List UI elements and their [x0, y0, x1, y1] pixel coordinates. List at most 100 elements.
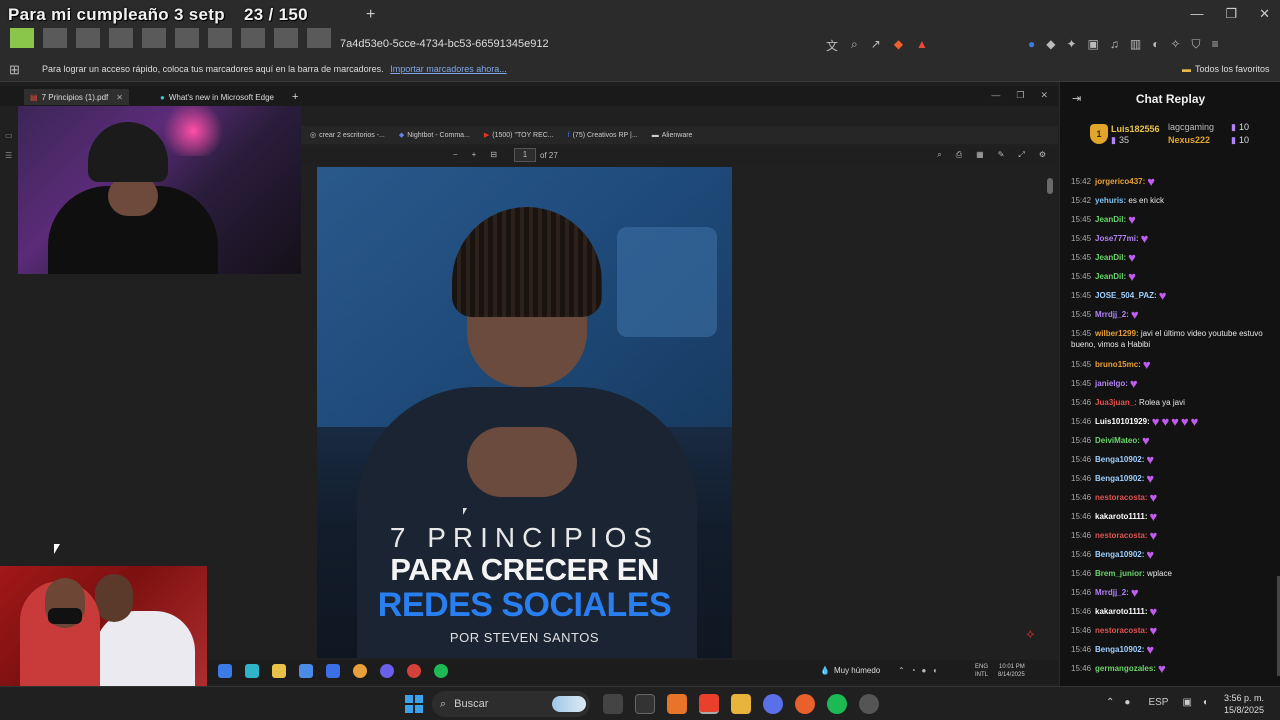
inner-maximize-button[interactable]: ❐ [1016, 90, 1024, 101]
menu-icon[interactable]: ≡ [1212, 37, 1219, 52]
task-view-icon[interactable] [603, 694, 623, 714]
inner-tab-edge[interactable]: ● What's new in Microsoft Edge [160, 89, 274, 105]
draw-icon[interactable]: ✎ [998, 150, 1005, 160]
message-username[interactable]: Benga10902: [1095, 455, 1144, 464]
vertical-tabs-icon[interactable]: ☰ [5, 146, 13, 166]
close-button[interactable]: ✕ [1259, 6, 1270, 22]
page-number-input[interactable]: 1 [514, 148, 536, 162]
message-username[interactable]: Mrrdjj_2: [1095, 588, 1129, 597]
inner-bookmark[interactable]: ◎ crear 2 escritorios -... [310, 131, 385, 139]
network-icon[interactable]: ◔ [911, 666, 916, 675]
inner-clock[interactable]: 10:01 PM 8/14/2025 [998, 663, 1025, 679]
message-username[interactable]: yehuris: [1095, 196, 1126, 205]
search-icon[interactable]: ⌕ [937, 150, 941, 160]
message-username[interactable]: JOSE_504_PAZ: [1095, 291, 1157, 300]
inner-close-button[interactable]: ✕ [1040, 90, 1048, 101]
inner-bookmark[interactable]: ▶ (1500) "TOY REC... [484, 131, 554, 139]
minimize-button[interactable]: — [1190, 6, 1203, 22]
message-username[interactable]: JeanDil: [1095, 272, 1126, 281]
zoom-icon[interactable]: ⌕ [851, 37, 858, 54]
message-username[interactable]: Brem_junior: [1095, 569, 1145, 578]
mic-icon[interactable]: ● [922, 666, 927, 675]
music-icon[interactable]: ♫ [1110, 37, 1119, 52]
chrome-icon[interactable] [353, 664, 367, 678]
apps-grid-icon[interactable]: ⊞ [9, 62, 20, 78]
puzzle-icon[interactable]: ✦ [1066, 37, 1076, 52]
zoom-out-button[interactable]: − [453, 150, 458, 159]
acrobat-icon[interactable]: ⟡ [1026, 626, 1035, 642]
message-username[interactable]: wilber1299: [1095, 329, 1139, 338]
outlook-icon[interactable] [326, 664, 340, 678]
inner-bookmark[interactable]: f (75) Creativos RP |... [568, 132, 638, 139]
spotify-icon[interactable] [434, 664, 448, 678]
all-favorites-button[interactable]: ▬ Todos los favoritos [1182, 64, 1270, 74]
message-username[interactable]: nestoracosta: [1095, 531, 1147, 540]
volume-icon[interactable]: ◖ [1202, 697, 1208, 708]
pdf-scrollbar[interactable] [1047, 178, 1053, 194]
inner-bookmark[interactable]: ◆ Nightbot - Comma... [399, 131, 470, 139]
message-username[interactable]: JeanDil: [1095, 253, 1126, 262]
new-tab-button[interactable]: + [366, 6, 375, 24]
import-bookmarks-link[interactable]: Importar marcadores ahora... [390, 64, 507, 74]
sidebar-icon[interactable]: ▥ [1130, 37, 1141, 52]
file-explorer-icon[interactable] [731, 694, 751, 714]
profile-icon[interactable]: ◐ [1152, 37, 1159, 52]
leader-second[interactable]: lagcgaming ▮ 10 [1168, 122, 1268, 132]
app-icon[interactable] [667, 694, 687, 714]
taskbar-search[interactable]: ⌕ Buscar [432, 691, 590, 717]
copilot-icon[interactable] [218, 664, 232, 678]
terminal-icon[interactable] [635, 694, 655, 714]
message-username[interactable]: janielgo: [1095, 379, 1128, 388]
inner-tab-pdf[interactable]: ▤ 7 Principios (1).pdf ✕ [24, 89, 129, 105]
obs-icon[interactable] [407, 664, 421, 678]
leader-third[interactable]: Nexus222 ▮ 10 [1168, 135, 1268, 145]
message-username[interactable]: jorgerico437: [1095, 177, 1145, 186]
spotify-icon[interactable] [827, 694, 847, 714]
network-icon[interactable]: ▣ [1182, 697, 1191, 708]
translate-icon[interactable]: 文 [826, 37, 838, 54]
message-username[interactable]: nestoracosta: [1095, 626, 1147, 635]
start-button[interactable] [405, 695, 423, 713]
message-username[interactable]: Benga10902: [1095, 550, 1144, 559]
inner-new-tab-button[interactable]: + [292, 89, 298, 105]
maximize-button[interactable]: ❐ [1225, 6, 1237, 22]
edge-icon[interactable] [245, 664, 259, 678]
message-username[interactable]: Benga10902: [1095, 474, 1144, 483]
message-username[interactable]: germangozales: [1095, 664, 1156, 673]
leader-first[interactable]: Luis182556 ▮ 35 [1111, 124, 1160, 146]
zoom-in-button[interactable]: + [472, 150, 477, 159]
extension-icon[interactable]: ● [1028, 37, 1035, 52]
inner-bookmark[interactable]: ▬ Alienware [652, 132, 693, 139]
message-username[interactable]: nestoracosta: [1095, 493, 1147, 502]
volume-icon[interactable]: ◖ [932, 666, 937, 675]
discord-icon[interactable] [380, 664, 394, 678]
inner-minimize-button[interactable]: — [991, 90, 1000, 101]
message-username[interactable]: Luis10101929: [1095, 417, 1150, 426]
rewards-icon[interactable]: ▲ [916, 37, 928, 54]
message-username[interactable]: kakaroto1111: [1095, 607, 1147, 616]
message-username[interactable]: JeanDil: [1095, 215, 1126, 224]
ai-icon[interactable]: ✧ [1170, 37, 1180, 52]
shield-icon[interactable]: ⛉ [1192, 37, 1201, 52]
wallet-icon[interactable]: ◆ [1046, 37, 1055, 52]
origin-icon[interactable] [795, 694, 815, 714]
save-icon[interactable]: ▦ [976, 150, 984, 160]
fullscreen-icon[interactable]: ⤢ [1018, 150, 1024, 160]
url-field[interactable]: 7a4d53e0-5cce-4734-bc53-66591345e912 [340, 38, 549, 50]
print-icon[interactable]: ⎙ [956, 150, 962, 160]
message-username[interactable]: Benga10902: [1095, 645, 1144, 654]
brave-icon[interactable] [699, 694, 719, 714]
tab-actions-icon[interactable]: ▭ [5, 126, 13, 146]
message-username[interactable]: Jua3juan_: [1095, 398, 1137, 407]
settings-icon[interactable]: ⚙ [1039, 150, 1046, 160]
brave-shield-icon[interactable]: ◆ [894, 37, 903, 54]
weather-widget[interactable]: 💧 Muy húmedo [820, 666, 880, 675]
language-indicator[interactable]: ESP [1148, 697, 1168, 708]
message-username[interactable]: kakaroto1111: [1095, 512, 1147, 521]
inner-language[interactable]: ENG INTL [975, 663, 988, 679]
share-icon[interactable]: ↗ [871, 37, 881, 54]
chevron-up-icon[interactable]: ⌃ [1106, 697, 1114, 708]
taskbar-clock[interactable]: 3:56 p. m. 15/8/2025 [1224, 692, 1264, 716]
fit-page-icon[interactable]: ⊟ [490, 150, 497, 159]
reader-icon[interactable]: ▣ [1088, 37, 1099, 52]
